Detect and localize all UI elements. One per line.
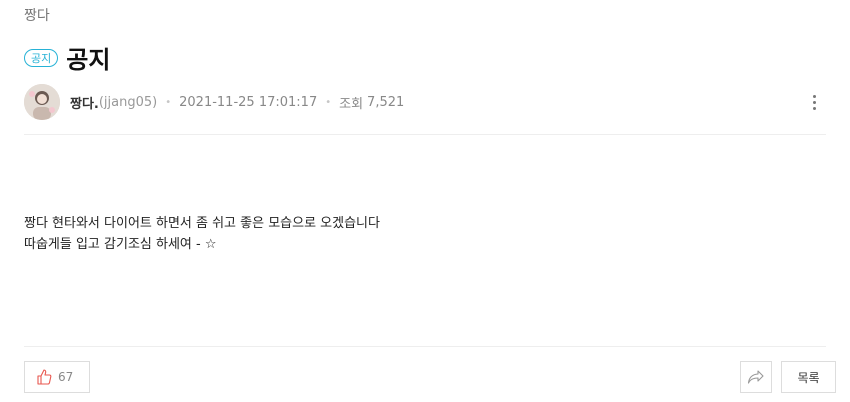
like-button[interactable]: 67 (24, 361, 90, 393)
author-nickname[interactable]: 짱다. (70, 93, 99, 112)
more-vertical-icon[interactable] (802, 90, 826, 114)
board-name[interactable]: 짱다 (24, 5, 50, 25)
thumbs-up-icon (37, 369, 52, 385)
post-body-line: 따숩게들 입고 감기조심 하세여 - ☆ (24, 237, 217, 252)
divider (24, 134, 826, 135)
avatar[interactable] (24, 84, 60, 120)
author-id: (jjang05) (98, 94, 158, 110)
post-body: 짱다 현타와서 다이어트 하면서 좀 쉬고 좋은 모습으로 오겠습니다 따숩게들… (24, 213, 380, 255)
share-icon (747, 370, 764, 384)
post-title-row: 공지 공지 (24, 40, 110, 75)
divider (24, 346, 826, 347)
meta-separator: • (165, 96, 172, 108)
post-date: 2021-11-25 17:01:17 (179, 94, 318, 110)
views-count: 7,521 (367, 94, 405, 110)
list-button[interactable]: 목록 (781, 361, 836, 393)
post-body-line: 짱다 현타와서 다이어트 하면서 좀 쉬고 좋은 모습으로 오겠습니다 (24, 216, 380, 231)
meta-separator: • (325, 96, 332, 108)
views-label: 조회 (339, 96, 364, 112)
post-meta: 짱다. (jjang05) • 2021-11-25 17:01:17 • 조회… (70, 93, 404, 112)
like-count: 67 (58, 370, 74, 384)
share-button[interactable] (740, 361, 772, 393)
author-row: 짱다. (jjang05) • 2021-11-25 17:01:17 • 조회… (24, 83, 826, 121)
post-title: 공지 (66, 46, 111, 74)
notice-badge: 공지 (24, 48, 59, 67)
